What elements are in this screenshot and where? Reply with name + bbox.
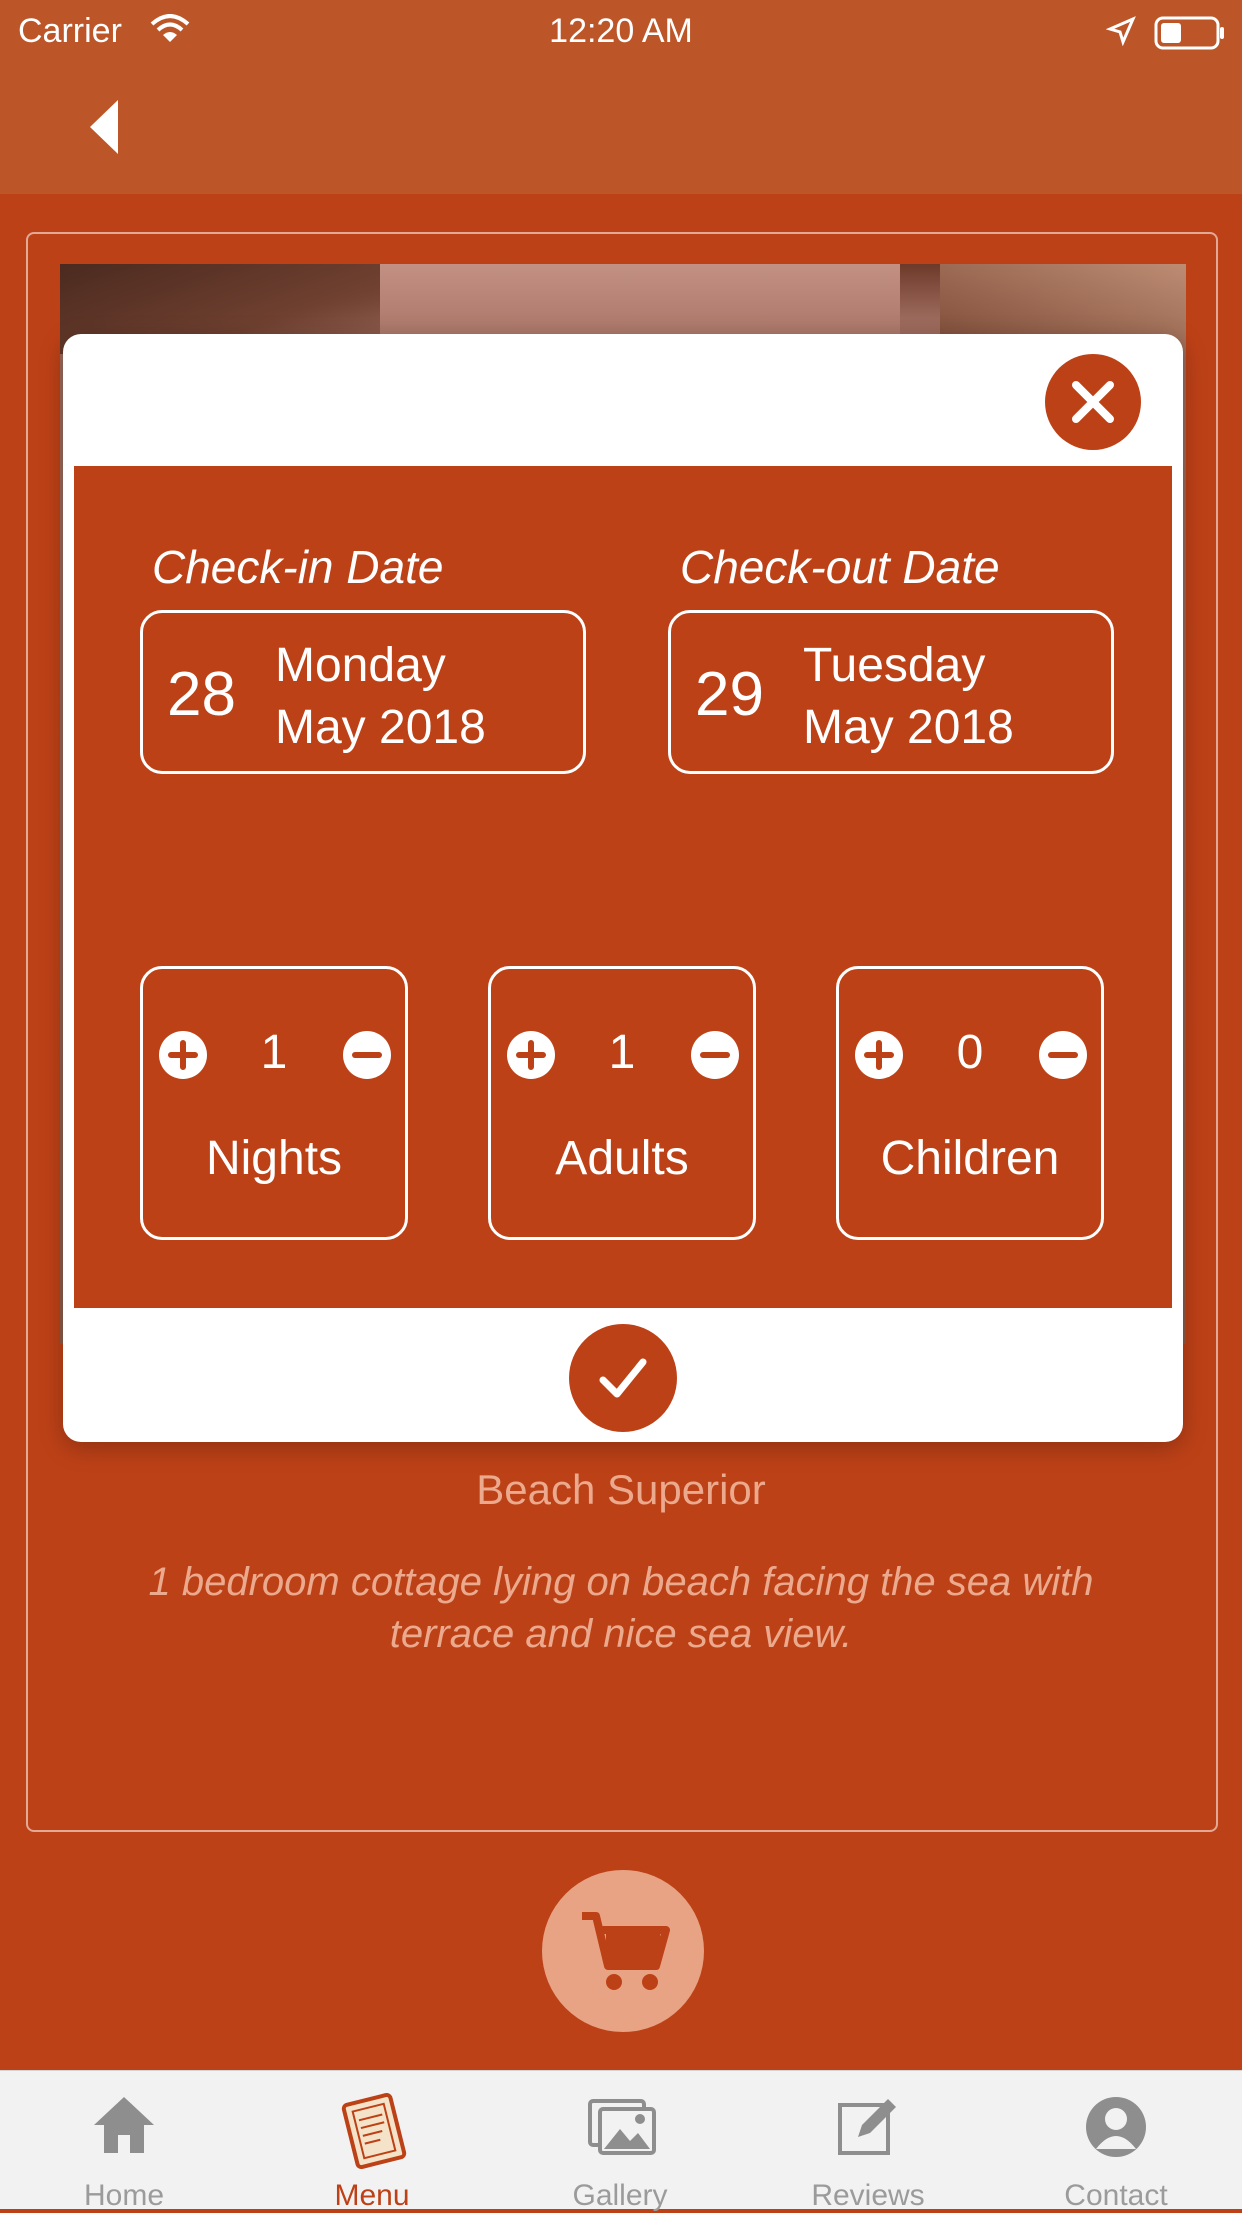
checkmark-icon [599,1358,647,1398]
tab-home[interactable]: Home [0,2071,248,2212]
navigation-bar [0,66,1242,194]
home-icon [94,2097,154,2153]
children-decrement-button[interactable] [1039,1031,1087,1079]
children-label: Children [880,1132,1060,1185]
close-icon [1072,381,1114,423]
status-time: 12:20 AM [549,12,693,50]
status-bar: Carrier 12:20 AM [0,0,1242,66]
check-out-date-text: Tuesday May 2018 [803,635,1014,759]
booking-modal: Check-in Date Check-out Date 28 Monday M… [63,334,1183,1442]
location-arrow-icon [1106,16,1136,46]
check-out-weekday: Tuesday [803,639,986,692]
tab-contact[interactable]: Contact [992,2071,1240,2212]
nights-label: Nights [205,1132,343,1185]
minus-icon [1048,1052,1078,1058]
room-description: 1 bedroom cottage lying on beach facing … [148,1560,1094,1656]
children-stepper: 0 Children [836,966,1104,1240]
tab-reviews[interactable]: Reviews [744,2071,992,2212]
adults-decrement-button[interactable] [691,1031,739,1079]
check-out-label: Check-out Date [680,541,1000,593]
check-in-month-year: May 2018 [275,701,486,754]
person-icon [1086,2097,1146,2157]
tab-gallery[interactable]: Gallery [496,2071,744,2212]
room-title: Beach Superior [476,1466,766,1513]
minus-icon [352,1052,382,1058]
nights-decrement-button[interactable] [343,1031,391,1079]
back-button[interactable] [78,92,138,162]
battery-icon [1154,16,1224,50]
gallery-icon [588,2099,656,2155]
confirm-button[interactable] [569,1324,677,1432]
close-button[interactable] [1045,354,1141,450]
cart-button[interactable] [542,1870,704,2032]
tab-menu[interactable]: Menu [248,2071,496,2212]
shopping-cart-icon [582,1912,670,1990]
edit-icon [838,2099,896,2155]
minus-icon [700,1052,730,1058]
adults-label: Adults [555,1132,689,1185]
check-out-month-year: May 2018 [803,701,1014,754]
check-in-date-picker[interactable]: 28 Monday May 2018 [140,610,586,774]
booking-form: Check-in Date Check-out Date 28 Monday M… [74,466,1172,1308]
nights-stepper: 1 Nights [140,966,408,1240]
check-in-date-text: Monday May 2018 [275,635,486,759]
tab-bar: Home Menu Gallery Reviews Contact [0,2070,1242,2212]
adults-stepper: 1 Adults [488,966,756,1240]
back-arrow-icon [90,100,118,154]
check-in-day: 28 [167,660,236,729]
check-out-day: 29 [695,660,764,729]
menu-book-icon [341,2093,407,2169]
check-in-label: Check-in Date [152,541,444,593]
check-out-date-picker[interactable]: 29 Tuesday May 2018 [668,610,1114,774]
check-in-weekday: Monday [275,639,446,692]
photo-sky-area [380,264,900,344]
